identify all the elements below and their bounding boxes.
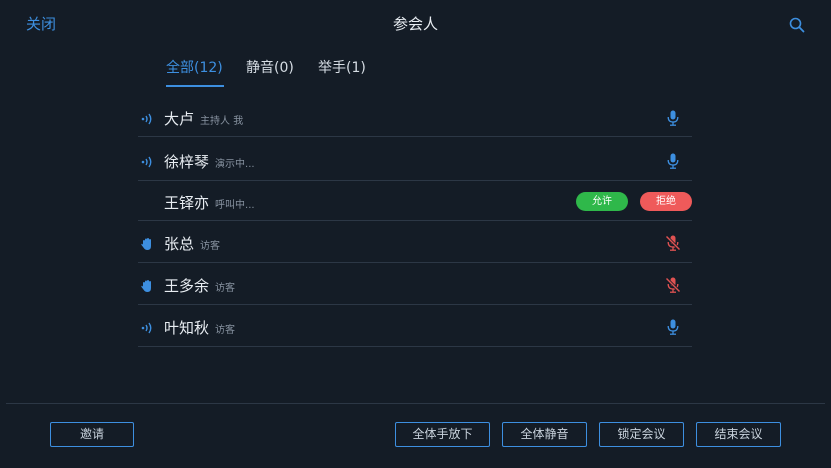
participants-screen: 关闭 参会人 全部(12) 静音(0) 举手(1) 大卢 主持人 我 徐梓琴 演…: [0, 0, 831, 468]
participant-row[interactable]: 王铎亦 呼叫中... 允许 拒绝: [138, 181, 692, 221]
participant-tag: 访客: [215, 283, 236, 294]
participant-row[interactable]: 大卢 主持人 我: [138, 98, 692, 137]
participant-row[interactable]: 张总 访客: [138, 221, 692, 263]
raised-hand-icon: [140, 236, 154, 250]
mute-all-button[interactable]: 全体静音: [502, 422, 587, 447]
participant-tag: 呼叫中...: [215, 200, 255, 211]
footer-divider: [6, 403, 825, 404]
participant-name: 叶知秋: [164, 319, 210, 337]
microphone-muted-icon[interactable]: [665, 277, 681, 293]
invite-button[interactable]: 邀请: [50, 422, 134, 447]
participant-tag: 访客: [200, 241, 221, 252]
participant-row[interactable]: 王多余 访客: [138, 263, 692, 305]
active-tab-indicator: [166, 85, 224, 87]
tab-all[interactable]: 全部(12): [166, 58, 223, 78]
participant-name: 王铎亦: [164, 194, 210, 212]
microphone-icon[interactable]: [667, 153, 679, 169]
participant-tag: 访客: [215, 325, 236, 336]
microphone-icon[interactable]: [667, 319, 679, 335]
participant-tag: 演示中...: [215, 159, 255, 170]
participant-tag: 主持人 我: [200, 116, 244, 127]
microphone-muted-icon[interactable]: [665, 235, 681, 251]
participant-row[interactable]: 叶知秋 访客: [138, 305, 692, 347]
search-icon[interactable]: [789, 17, 805, 33]
tab-hands-raised[interactable]: 举手(1): [318, 58, 366, 78]
lower-all-hands-button[interactable]: 全体手放下: [395, 422, 490, 447]
reject-button[interactable]: 拒绝: [640, 192, 692, 211]
end-meeting-button[interactable]: 结束会议: [696, 422, 781, 447]
raised-hand-icon: [140, 278, 154, 292]
speaking-icon: [140, 320, 154, 334]
tab-muted[interactable]: 静音(0): [246, 58, 294, 78]
page-title: 参会人: [392, 15, 438, 33]
participant-row[interactable]: 徐梓琴 演示中...: [138, 137, 692, 181]
participant-list: 大卢 主持人 我 徐梓琴 演示中... 王铎亦 呼叫中... 允许 拒绝 张总 …: [138, 98, 692, 347]
microphone-icon[interactable]: [667, 110, 679, 126]
lock-meeting-button[interactable]: 锁定会议: [599, 422, 684, 447]
speaking-icon: [140, 154, 154, 168]
participant-name: 徐梓琴: [164, 153, 210, 171]
participant-name: 王多余: [164, 277, 210, 295]
participant-name: 张总: [164, 235, 195, 253]
allow-button[interactable]: 允许: [576, 192, 628, 211]
speaking-icon: [140, 111, 154, 125]
participant-name: 大卢: [164, 110, 195, 128]
